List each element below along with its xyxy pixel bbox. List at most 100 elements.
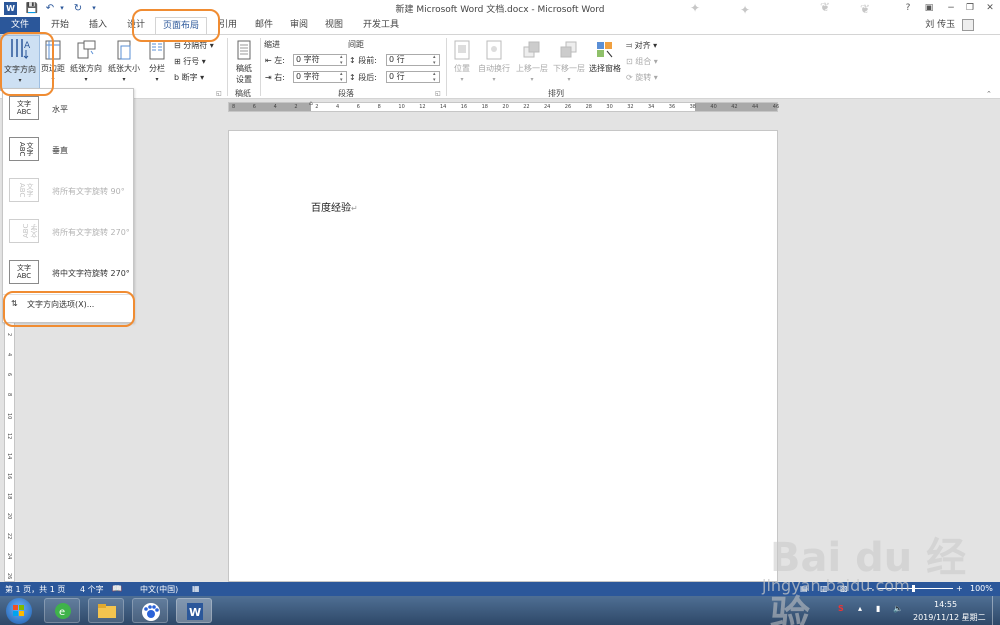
user-account[interactable]: 刘 传玉 xyxy=(925,17,974,34)
language[interactable]: 中文(中国) xyxy=(140,584,178,595)
line-numbers-icon: ⊞ xyxy=(174,57,181,66)
space-after-input[interactable]: 0 行 xyxy=(386,71,440,83)
sogou-ime-icon[interactable]: S xyxy=(838,604,844,613)
wrap-text-button[interactable]: 自动换行 ▾ xyxy=(476,39,512,83)
indent-left-input[interactable]: 0 字符 xyxy=(293,54,347,66)
bird-decoration-icon: ✦ xyxy=(690,1,701,15)
size-button[interactable]: 纸张大小 ▾ xyxy=(106,39,142,83)
network-icon[interactable]: ▮ xyxy=(876,604,880,613)
line-numbers-button[interactable]: ⊞ 行号 ▾ xyxy=(174,56,206,67)
show-desktop-button[interactable] xyxy=(992,596,1000,625)
selection-pane-button[interactable]: 选择窗格 xyxy=(588,39,622,74)
manuscript-setup-label-2: 设置 xyxy=(236,75,252,84)
page-count[interactable]: 第 1 页，共 1 页 xyxy=(5,584,65,595)
indent-left-text: 左: xyxy=(274,56,285,65)
ruler-tick-label: 30 xyxy=(606,104,613,110)
zoom-slider[interactable] xyxy=(878,588,953,589)
close-button[interactable]: ✕ xyxy=(983,1,997,15)
clock-date[interactable]: 2019/11/12 星期二 xyxy=(913,612,986,623)
paragraph-mark-icon: ↵ xyxy=(351,204,358,213)
bring-forward-label: 上移一层 xyxy=(516,64,548,73)
highlight-options xyxy=(3,291,135,327)
ruler-tick-label: 18 xyxy=(481,104,488,110)
help-button[interactable]: ? xyxy=(901,1,915,15)
word-count[interactable]: 4 个字 xyxy=(80,584,104,595)
document-page[interactable]: 百度经验↵ xyxy=(228,130,778,582)
tab-developer[interactable]: 开发工具 xyxy=(358,17,404,34)
chevron-down-icon: ▾ xyxy=(567,76,571,83)
menu-item-rotate-270[interactable]: 文字 ABC 将所有文字旋转 270° xyxy=(3,214,133,252)
group-separator xyxy=(260,38,261,96)
ruler-tick-label: 28 xyxy=(585,104,592,110)
send-backward-button[interactable]: 下移一层 ▾ xyxy=(551,39,587,83)
web-layout-icon[interactable]: ▧ xyxy=(840,584,848,593)
menu-item-rotate-chinese-270[interactable]: 文字 ABC 将中文字符旋转 270° xyxy=(3,255,133,293)
selection-pane-label: 选择窗格 xyxy=(589,64,621,73)
manuscript-icon xyxy=(237,40,251,60)
tab-review[interactable]: 审阅 xyxy=(283,17,315,34)
taskbar-explorer[interactable] xyxy=(88,598,124,623)
minimize-button[interactable]: − xyxy=(944,1,958,15)
macro-icon[interactable]: ▦ xyxy=(192,584,200,593)
paragraph-launcher-icon[interactable]: ◱ xyxy=(435,90,441,97)
menu-item-label: 水平 xyxy=(52,105,68,114)
rotate-button[interactable]: ⟳ 旋转 ▾ xyxy=(626,72,658,83)
document-text[interactable]: 百度经验↵ xyxy=(311,199,358,214)
menu-item-vertical[interactable]: 文字 ABC 垂直 xyxy=(3,132,133,170)
zoom-out-icon[interactable]: − xyxy=(866,584,873,593)
indent-marker-icon[interactable]: ⌂ xyxy=(309,100,313,107)
ruler-tick-label: 6 xyxy=(6,373,12,377)
line-numbers-label: 行号 xyxy=(183,57,200,66)
taskbar-baidu[interactable] xyxy=(132,598,168,623)
menu-item-rotate-90[interactable]: 文字 ABC 将所有文字旋转 90° xyxy=(3,173,133,211)
horizontal-ruler[interactable]: 8 6 4 2 2 4 6 8 10 12 14 16 18 20 22 24 26 28 30 32 34 36 38 40… xyxy=(228,100,779,112)
ruler-margin-left xyxy=(229,103,311,111)
bird-decoration-icon: ✦ xyxy=(740,3,751,17)
menu-item-horizontal[interactable]: 文字 ABC 水平 xyxy=(3,91,133,129)
read-mode-icon[interactable]: ▤ xyxy=(800,584,808,593)
indent-right-input[interactable]: 0 字符 xyxy=(293,71,347,83)
zoom-slider-thumb[interactable] xyxy=(912,585,915,592)
bring-forward-button[interactable]: 上移一层 ▾ xyxy=(514,39,550,83)
print-layout-icon[interactable]: ▥ xyxy=(820,584,828,593)
zoom-in-icon[interactable]: + xyxy=(956,584,963,593)
restore-button[interactable]: ❐ xyxy=(963,1,977,15)
tab-view[interactable]: 视图 xyxy=(318,17,350,34)
proofing-icon[interactable]: 📖 xyxy=(112,584,122,593)
indent-right-text: 右: xyxy=(274,73,285,82)
rotate-90-icon: 文字 ABC xyxy=(9,178,39,202)
columns-button[interactable]: 分栏 ▾ xyxy=(145,39,169,83)
orientation-button[interactable]: 纸张方向 ▾ xyxy=(68,39,104,83)
taskbar-browser[interactable]: e xyxy=(44,598,80,623)
tab-home[interactable]: 开始 xyxy=(44,17,76,34)
group-label-manuscript: 稿纸 xyxy=(235,89,251,98)
tray-chevron-icon[interactable]: ▴ xyxy=(858,604,862,613)
tab-mailings[interactable]: 邮件 xyxy=(248,17,280,34)
space-before-input[interactable]: 0 行 xyxy=(386,54,440,66)
manuscript-setup-button[interactable]: 稿纸 设置 xyxy=(230,39,258,85)
group-label: 组合 xyxy=(635,57,652,66)
align-button[interactable]: ⫤ 对齐 ▾ xyxy=(626,40,657,51)
taskbar-word[interactable]: W xyxy=(176,598,212,623)
volume-icon[interactable]: 🔈 xyxy=(893,604,903,613)
folder-icon xyxy=(98,604,116,618)
position-icon xyxy=(454,40,470,60)
position-button[interactable]: 位置 ▾ xyxy=(450,39,474,83)
collapse-ribbon-icon[interactable]: ⌃ xyxy=(986,90,992,98)
align-label: 对齐 xyxy=(634,41,651,50)
clock-time[interactable]: 14:55 xyxy=(934,600,957,609)
hyphenation-button[interactable]: b 断字 ▾ xyxy=(174,72,204,83)
hyphenation-icon: b xyxy=(174,73,180,82)
indent-left-icon: ⇤ xyxy=(265,56,272,65)
ruler-tick-label: 12 xyxy=(6,433,12,440)
page-setup-launcher-icon[interactable]: ◱ xyxy=(216,90,222,97)
tab-insert[interactable]: 插入 xyxy=(82,17,114,34)
ruler-tick-label: 26 xyxy=(564,104,572,110)
chevron-down-icon: ▾ xyxy=(530,76,534,83)
zoom-level[interactable]: 100% xyxy=(970,584,993,593)
group-button[interactable]: ⊡ 组合 ▾ xyxy=(626,56,658,67)
chevron-down-icon: ▾ xyxy=(122,76,126,83)
ribbon-display-button[interactable]: ▣ xyxy=(922,1,936,15)
start-button[interactable] xyxy=(6,598,32,624)
space-before-text: 段前: xyxy=(358,56,377,65)
